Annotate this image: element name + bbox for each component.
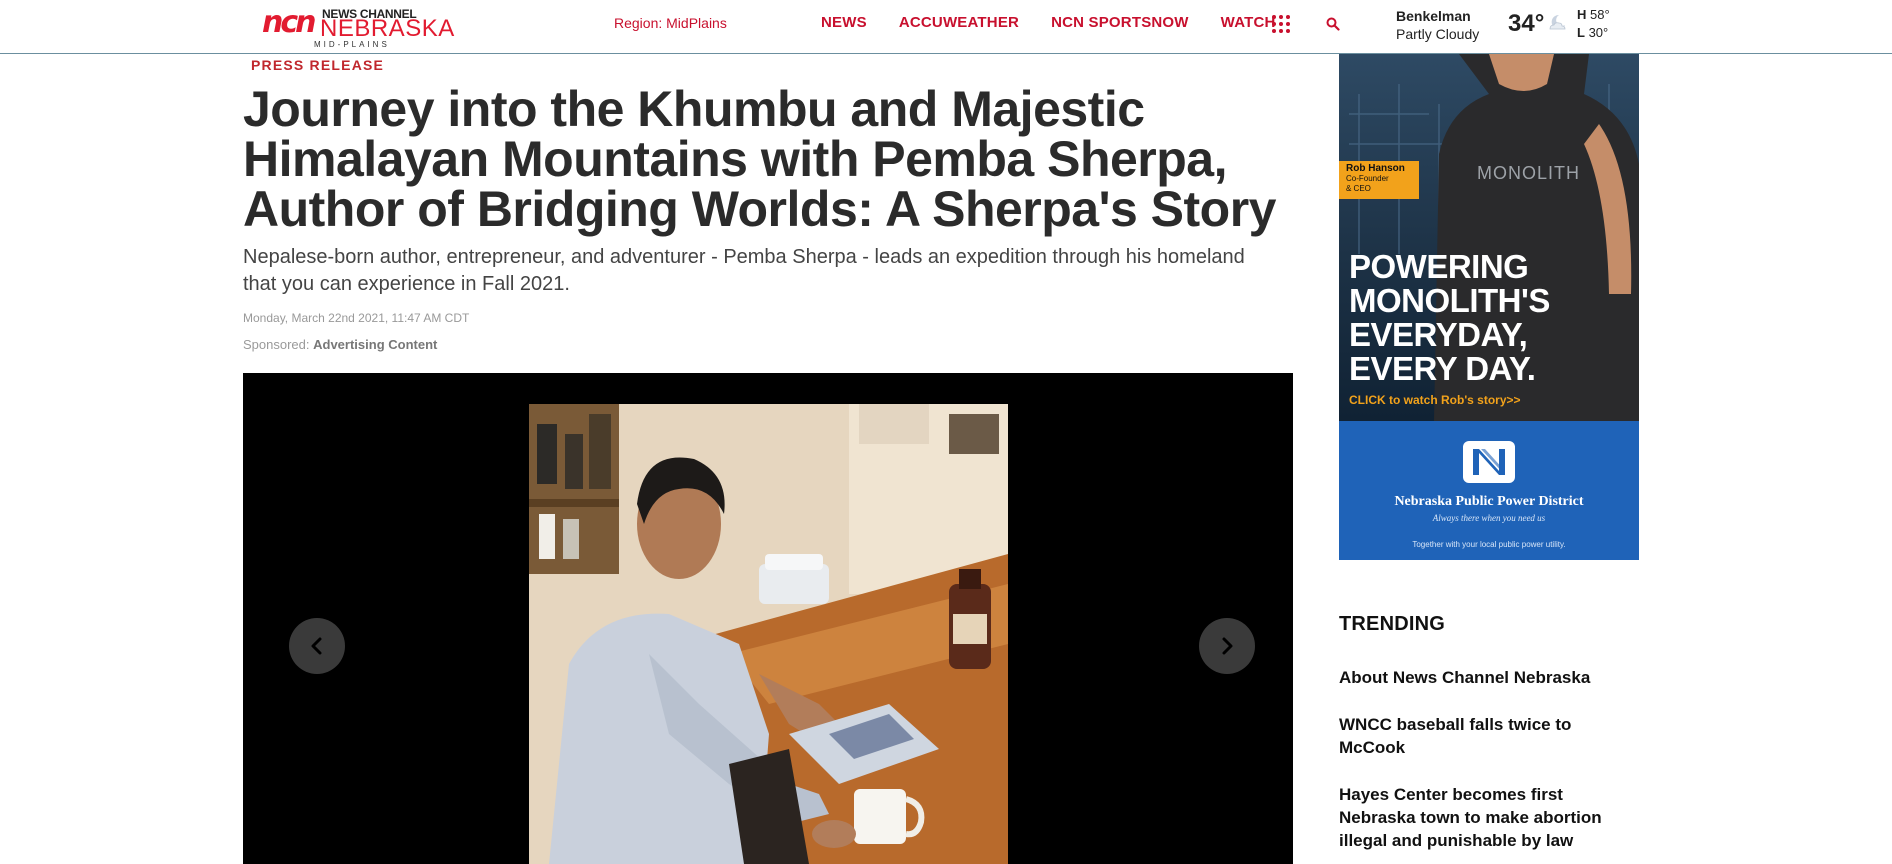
npd-logo-icon <box>1463 441 1515 483</box>
sponsored-label: Sponsored: <box>243 337 310 352</box>
ad-headline-3: EVERYDAY, <box>1349 316 1528 353</box>
ad-brand-panel: Nebraska Public Power District Always th… <box>1339 421 1639 560</box>
sponsored-line: Sponsored: Advertising Content <box>243 337 437 352</box>
weather-high: 58° <box>1590 7 1610 22</box>
trending-item[interactable]: WNCC baseball falls twice to McCook <box>1339 713 1639 759</box>
nav-accuweather[interactable]: ACCUWEATHER <box>899 14 1019 31</box>
high-label: H <box>1577 7 1587 22</box>
ad-headline-2: MONOLITH'S <box>1349 282 1550 319</box>
gallery-next-button[interactable] <box>1199 618 1255 674</box>
ad-shirt-text: MONOLITH <box>1477 163 1580 183</box>
article-headline: Journey into the Khumbu and Majestic Him… <box>243 81 1277 237</box>
weather-temperature[interactable]: 34° <box>1508 10 1544 38</box>
trending-item[interactable]: Hayes Center becomes first Nebraska town… <box>1339 783 1639 852</box>
photo-gallery <box>243 373 1293 864</box>
article-kicker: PRESS RELEASE <box>251 57 385 73</box>
trending-title: TRENDING <box>1339 613 1446 635</box>
ad-headline-1: POWERING <box>1349 248 1529 285</box>
low-label: L <box>1577 25 1585 40</box>
main-nav: NEWS ACCUWEATHER NCN SPORTSNOW WATCH <box>821 14 1308 31</box>
logo-line3: MID-PLAINS <box>314 40 390 49</box>
logo-line2: NEBRASKA <box>320 15 455 42</box>
ad-org-tagline: Always there when you need us <box>1432 513 1546 523</box>
logo-mark: ncn <box>262 5 316 40</box>
gallery-photo[interactable] <box>529 404 1008 864</box>
ad-org-footer: Together with your local public power ut… <box>1412 540 1566 549</box>
site-header: ncn NEWS CHANNEL NEBRASKA MID-PLAINS Reg… <box>0 0 1892 54</box>
weather-low: 30° <box>1588 25 1609 40</box>
ad-person-tag: Rob Hanson Co-Founder & CEO <box>1339 161 1419 199</box>
nav-watch[interactable]: WATCH <box>1221 14 1276 31</box>
ad-person-role-2: & CEO <box>1346 184 1371 193</box>
gallery-prev-button[interactable] <box>289 618 345 674</box>
region-selector[interactable]: Region: MidPlains <box>614 15 727 31</box>
article-date: Monday, March 22nd 2021, 11:47 AM CDT <box>243 311 470 325</box>
weather-condition: Partly Cloudy <box>1396 26 1480 42</box>
site-logo[interactable]: ncn NEWS CHANNEL NEBRASKA MID-PLAINS <box>262 5 454 50</box>
ad-cta-link[interactable]: CLICK to watch Rob's story>> <box>1349 393 1521 407</box>
ad-person-role-1: Co-Founder <box>1346 174 1389 183</box>
sidebar-advertisement[interactable]: MONOLITH Rob Hanson Co-Founder & CEO POW… <box>1339 54 1639 560</box>
ad-org-name: Nebraska Public Power District <box>1394 494 1584 509</box>
article-subhead: Nepalese-born author, entrepreneur, and … <box>243 246 1245 295</box>
chevron-left-icon <box>311 637 322 655</box>
nav-news[interactable]: NEWS <box>821 14 867 31</box>
grid-dots-icon[interactable] <box>1272 15 1290 33</box>
weather-city: Benkelman <box>1396 8 1471 24</box>
chevron-right-icon <box>1222 637 1233 655</box>
ad-person-name: Rob Hanson <box>1346 163 1405 174</box>
nav-ncn-sportsnow[interactable]: NCN SPORTSNOW <box>1051 14 1189 31</box>
ad-headline-4: EVERY DAY. <box>1349 350 1536 387</box>
sponsored-value[interactable]: Advertising Content <box>313 337 437 352</box>
weather-high-low: H 58° L 30° <box>1577 6 1610 42</box>
ad-headline: POWERING MONOLITH'S EVERYDAY, EVERY DAY. <box>1349 250 1639 386</box>
weather-location[interactable]: Benkelman Partly Cloudy <box>1396 7 1479 43</box>
search-icon[interactable] <box>1326 17 1340 31</box>
trending-item[interactable]: About News Channel Nebraska <box>1339 666 1639 689</box>
partly-cloudy-night-icon <box>1549 14 1566 30</box>
